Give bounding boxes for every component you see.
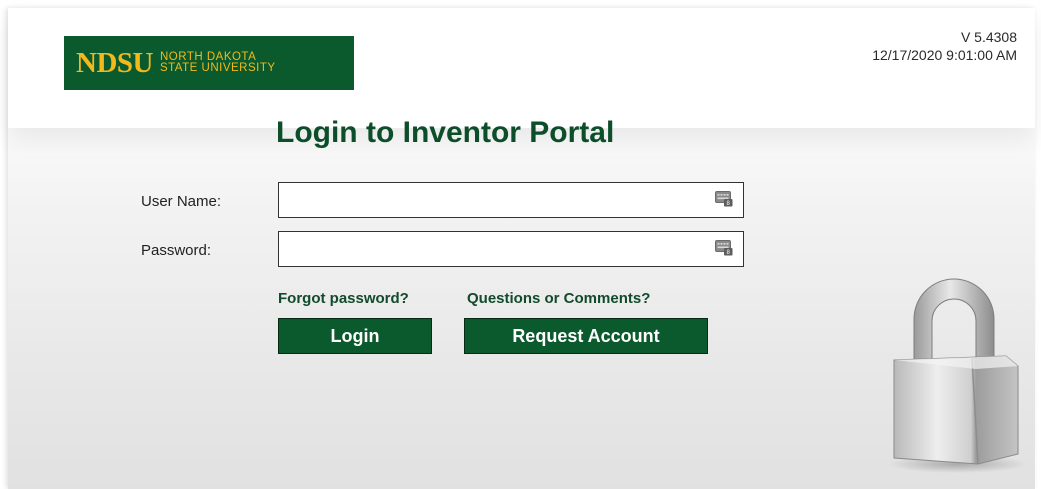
login-panel: NDSU NORTH DAKOTA STATE UNIVERSITY V 5.4… [8,8,1035,489]
username-input[interactable] [279,183,709,217]
logo-wordmark: NDSU [76,46,153,79]
username-field[interactable]: 8 [278,182,744,218]
request-account-button[interactable]: Request Account [464,318,708,354]
padlock-icon [888,278,1026,473]
login-button[interactable]: Login [278,318,432,354]
questions-link[interactable]: Questions or Comments? [467,290,650,307]
virtual-keyboard-icon[interactable]: 8 [715,191,733,207]
logo-line-2: STATE UNIVERSITY [159,62,276,74]
password-field[interactable]: 8 [278,231,744,267]
page-title: Login to Inventor Portal [276,116,615,149]
password-input[interactable] [279,232,709,266]
password-label: Password: [141,242,212,259]
username-label: User Name: [141,193,222,210]
virtual-keyboard-icon[interactable]: 8 [715,240,733,256]
ndsu-logo: NDSU NORTH DAKOTA STATE UNIVERSITY [64,36,354,90]
version-number: V 5.4308 [960,29,1017,45]
forgot-password-link[interactable]: Forgot password? [278,290,409,307]
version-info: V 5.4308 12/17/2020 9:01:00 AM [872,28,1017,64]
logo-subtitle: NORTH DAKOTA STATE UNIVERSITY [159,51,276,74]
current-datetime: 12/17/2020 9:01:00 AM [872,47,1017,63]
